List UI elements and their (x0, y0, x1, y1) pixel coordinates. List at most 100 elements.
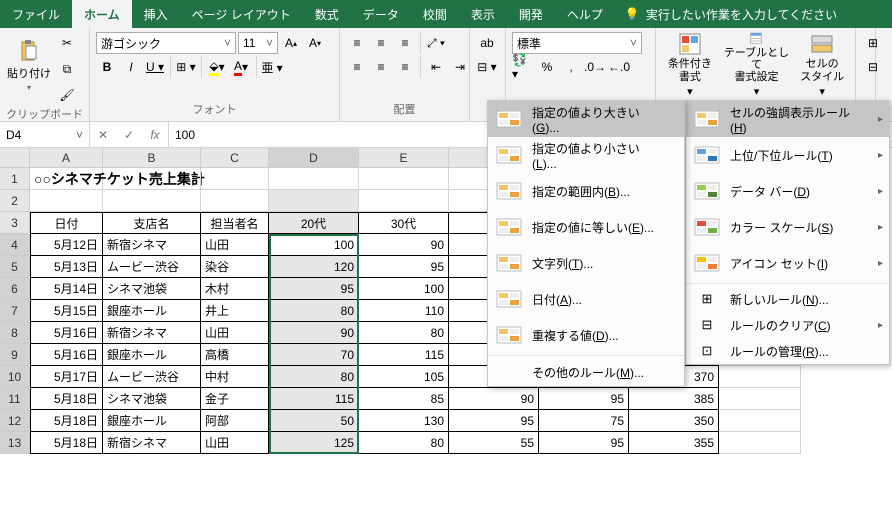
italic-button[interactable]: I (120, 56, 142, 78)
data-cell[interactable]: 55 (449, 432, 539, 454)
data-cell[interactable]: 70 (269, 344, 359, 366)
percent-button[interactable]: % (536, 56, 558, 78)
cancel-edit-button[interactable]: ✕ (90, 128, 116, 142)
row-header[interactable]: 9 (0, 344, 30, 366)
number-format-combo[interactable]: 標準˅ (512, 32, 642, 54)
wrap-text-button[interactable]: ab (476, 32, 498, 54)
align-bot-button[interactable]: ≡ (394, 32, 416, 54)
menu-item[interactable]: アイコン セット(I)▸ (686, 245, 889, 281)
menu-item-more[interactable]: その他のルール(M)... (488, 358, 684, 386)
menu-item[interactable]: 重複する値(D)... (488, 317, 684, 353)
data-cell[interactable]: 90 (359, 234, 449, 256)
align-right-button[interactable]: ≡ (394, 56, 416, 78)
data-cell[interactable]: 5月14日 (30, 278, 103, 300)
dec-decimal-button[interactable]: ←.0 (608, 56, 630, 78)
data-cell[interactable]: 100 (269, 234, 359, 256)
row-header[interactable]: 4 (0, 234, 30, 256)
data-cell[interactable]: 山田 (201, 432, 269, 454)
tab-開発[interactable]: 開発 (507, 0, 555, 28)
data-cell[interactable]: ムービー渋谷 (103, 366, 201, 388)
header-cell[interactable]: 支店名 (103, 212, 201, 234)
menu-item[interactable]: データ バー(D)▸ (686, 173, 889, 209)
confirm-edit-button[interactable]: ✓ (116, 128, 142, 142)
data-cell[interactable]: 山田 (201, 322, 269, 344)
data-cell[interactable]: 新宿シネマ (103, 234, 201, 256)
menu-item[interactable]: 指定の値より大きい(G)... (488, 101, 684, 137)
tab-校閲[interactable]: 校閲 (411, 0, 459, 28)
menu-item[interactable]: ⊞新しいルール(N)... (686, 286, 889, 312)
select-all-corner[interactable] (0, 148, 30, 168)
indent-dec-button[interactable]: ⇤ (425, 56, 447, 78)
data-cell[interactable]: 中村 (201, 366, 269, 388)
cell[interactable] (269, 190, 359, 212)
menu-item[interactable]: ⊡ルールの管理(R)... (686, 338, 889, 364)
row-header[interactable]: 10 (0, 366, 30, 388)
menu-item[interactable]: 指定の値より小さい(L)... (488, 137, 684, 173)
data-cell[interactable]: 75 (539, 410, 629, 432)
data-cell[interactable]: 385 (629, 388, 719, 410)
data-cell[interactable]: 95 (539, 432, 629, 454)
row-header[interactable]: 11 (0, 388, 30, 410)
data-cell[interactable]: 95 (269, 278, 359, 300)
data-cell[interactable] (719, 388, 801, 410)
data-cell[interactable]: 80 (269, 300, 359, 322)
indent-inc-button[interactable]: ⇥ (449, 56, 471, 78)
underline-button[interactable]: U ▾ (144, 56, 166, 78)
col-header[interactable]: C (201, 148, 269, 168)
data-cell[interactable]: 5月18日 (30, 388, 103, 410)
data-cell[interactable] (719, 432, 801, 454)
data-cell[interactable]: 95 (449, 410, 539, 432)
tab-数式[interactable]: 数式 (303, 0, 351, 28)
align-center-button[interactable]: ≡ (370, 56, 392, 78)
menu-item[interactable]: セルの強調表示ルール(H)▸ (686, 101, 889, 137)
data-cell[interactable]: 山田 (201, 234, 269, 256)
comma-button[interactable]: , (560, 56, 582, 78)
data-cell[interactable]: 350 (629, 410, 719, 432)
accounting-button[interactable]: 💱 ▾ (512, 56, 534, 78)
row-header[interactable]: 8 (0, 322, 30, 344)
menu-item[interactable]: 日付(A)... (488, 281, 684, 317)
data-cell[interactable]: 85 (359, 388, 449, 410)
header-cell[interactable]: 日付 (30, 212, 103, 234)
align-left-button[interactable]: ≡ (346, 56, 368, 78)
delete-cells-button[interactable]: ⊟ (862, 56, 884, 78)
col-header[interactable]: B (103, 148, 201, 168)
data-cell[interactable]: 5月13日 (30, 256, 103, 278)
data-cell[interactable]: 95 (539, 388, 629, 410)
bold-button[interactable]: B (96, 56, 118, 78)
data-cell[interactable]: 110 (359, 300, 449, 322)
row-header[interactable]: 12 (0, 410, 30, 432)
header-cell[interactable]: 担当者名 (201, 212, 269, 234)
font-size-combo[interactable]: 11˅ (238, 32, 278, 54)
data-cell[interactable]: 阿部 (201, 410, 269, 432)
tell-me[interactable]: 💡 実行したい作業を入力してください (625, 0, 837, 28)
data-cell[interactable]: 新宿シネマ (103, 322, 201, 344)
merge-button[interactable]: ⊟ ▾ (476, 56, 498, 78)
cell[interactable] (201, 190, 269, 212)
cell[interactable] (103, 190, 201, 212)
format-table-button[interactable]: テーブルとして 書式設定▾ (722, 32, 792, 98)
insert-cells-button[interactable]: ⊞ (862, 32, 884, 54)
orientation-button[interactable]: ⤢ ▾ (425, 32, 447, 54)
data-cell[interactable] (719, 366, 801, 388)
col-header[interactable]: E (359, 148, 449, 168)
data-cell[interactable]: 90 (269, 322, 359, 344)
tab-ファイル[interactable]: ファイル (0, 0, 72, 28)
header-cell[interactable]: 20代 (269, 212, 359, 234)
cell[interactable] (269, 168, 359, 190)
data-cell[interactable]: 100 (359, 278, 449, 300)
data-cell[interactable]: 80 (359, 432, 449, 454)
data-cell[interactable]: 50 (269, 410, 359, 432)
paste-button[interactable]: 貼り付け ▾ (6, 32, 52, 98)
data-cell[interactable]: 銀座ホール (103, 344, 201, 366)
data-cell[interactable]: 355 (629, 432, 719, 454)
shrink-font-button[interactable]: A▾ (304, 32, 326, 54)
data-cell[interactable]: 染谷 (201, 256, 269, 278)
menu-item[interactable]: 指定の範囲内(B)... (488, 173, 684, 209)
row-header[interactable]: 1 (0, 168, 30, 190)
tab-ヘルプ[interactable]: ヘルプ (555, 0, 615, 28)
menu-item[interactable]: 上位/下位ルール(T)▸ (686, 137, 889, 173)
format-painter-button[interactable]: 🖌 (56, 84, 78, 106)
data-cell[interactable]: シネマ池袋 (103, 388, 201, 410)
data-cell[interactable]: 高橋 (201, 344, 269, 366)
